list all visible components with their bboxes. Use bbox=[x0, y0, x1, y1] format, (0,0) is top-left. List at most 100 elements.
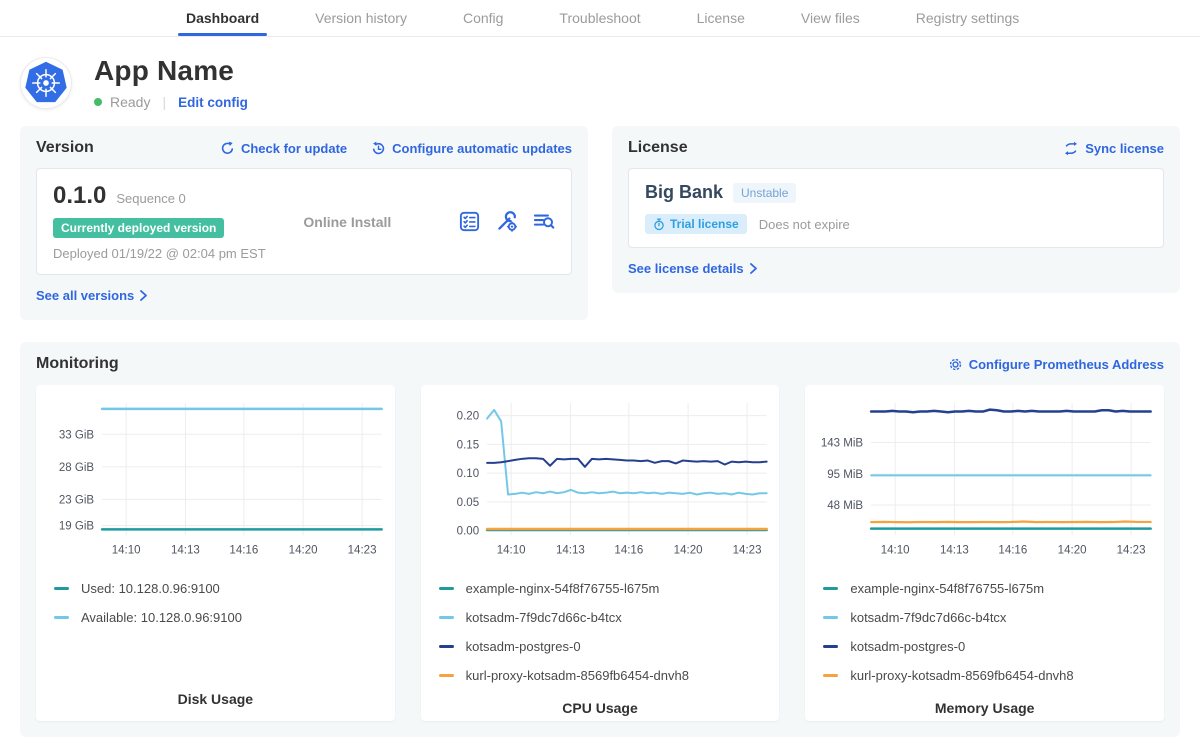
version-sequence: Sequence 0 bbox=[116, 191, 185, 206]
legend-dash bbox=[823, 674, 838, 677]
svg-text:14:13: 14:13 bbox=[171, 544, 200, 556]
clock-arrow-icon bbox=[371, 141, 386, 156]
stopwatch-icon bbox=[653, 218, 665, 231]
legend-dash bbox=[439, 587, 454, 590]
app-header: App Name Ready | Edit config bbox=[0, 37, 1200, 114]
current-version-box: 0.1.0 Sequence 0 Currently deployed vers… bbox=[36, 168, 572, 275]
tab-config[interactable]: Config bbox=[463, 0, 503, 36]
disk-usage-card: 33 GiB 28 GiB 23 GiB 19 GiB 14:10 14:13 14:16 1… bbox=[36, 385, 395, 721]
deployed-badge: Currently deployed version bbox=[53, 218, 224, 238]
legend-label: kotsadm-7f9dc7d66c-b4tcx bbox=[850, 610, 1006, 625]
chart-title: Memory Usage bbox=[805, 690, 1164, 716]
memory-usage-legend: example-nginx-54f8f76755-l675m kotsadm-7f… bbox=[805, 574, 1164, 690]
svg-text:14:16: 14:16 bbox=[614, 544, 643, 556]
chevron-right-icon bbox=[750, 263, 757, 274]
svg-text:0.05: 0.05 bbox=[456, 497, 478, 509]
license-card-title: License bbox=[628, 139, 688, 157]
tab-dashboard[interactable]: Dashboard bbox=[186, 0, 259, 36]
svg-text:14:13: 14:13 bbox=[556, 544, 585, 556]
legend-label: kotsadm-7f9dc7d66c-b4tcx bbox=[466, 610, 622, 625]
chevron-right-icon bbox=[140, 290, 147, 301]
svg-text:14:16: 14:16 bbox=[999, 544, 1028, 556]
tab-troubleshoot[interactable]: Troubleshoot bbox=[559, 0, 640, 36]
preflight-checks-icon[interactable] bbox=[459, 211, 480, 232]
config-wrench-icon[interactable] bbox=[496, 211, 517, 232]
tab-license[interactable]: License bbox=[697, 0, 745, 36]
monitoring-section: Monitoring Configure Prometheus Address … bbox=[20, 342, 1180, 737]
chart-title: Disk Usage bbox=[36, 681, 395, 707]
legend-label: example-nginx-54f8f76755-l675m bbox=[466, 581, 660, 596]
svg-text:14:23: 14:23 bbox=[348, 544, 377, 556]
svg-text:14:16: 14:16 bbox=[229, 544, 258, 556]
svg-text:95 MiB: 95 MiB bbox=[828, 469, 864, 481]
license-expiry: Does not expire bbox=[759, 217, 850, 232]
legend-label: kotsadm-postgres-0 bbox=[850, 639, 965, 654]
legend-label: example-nginx-54f8f76755-l675m bbox=[850, 581, 1044, 596]
svg-text:14:23: 14:23 bbox=[1117, 544, 1146, 556]
legend-dash bbox=[439, 674, 454, 677]
license-details-box: Big Bank Unstable Trial license Does not… bbox=[628, 168, 1164, 248]
trial-license-badge: Trial license bbox=[645, 214, 747, 234]
version-card-title: Version bbox=[36, 139, 94, 157]
legend-dash bbox=[439, 616, 454, 619]
legend-label: Available: 10.128.0.96:9100 bbox=[81, 610, 242, 625]
configure-prometheus-button[interactable]: Configure Prometheus Address bbox=[948, 357, 1164, 372]
version-card: Version Check for update Configure au bbox=[20, 126, 588, 320]
legend-dash bbox=[54, 616, 69, 619]
svg-text:0.00: 0.00 bbox=[456, 526, 478, 538]
svg-text:33 GiB: 33 GiB bbox=[59, 429, 95, 441]
legend-item: Used: 10.128.0.96:9100 bbox=[54, 574, 395, 603]
kubernetes-logo-icon bbox=[20, 57, 72, 109]
svg-text:23 GiB: 23 GiB bbox=[59, 494, 95, 506]
monitoring-title: Monitoring bbox=[36, 355, 119, 373]
license-name: Big Bank bbox=[645, 182, 723, 203]
legend-item: kotsadm-7f9dc7d66c-b4tcx bbox=[439, 603, 780, 632]
status-text: Ready bbox=[110, 94, 150, 110]
status-dot bbox=[94, 98, 102, 106]
disk-usage-legend: Used: 10.128.0.96:9100 Available: 10.128.… bbox=[36, 574, 395, 632]
deploy-logs-icon[interactable] bbox=[533, 211, 555, 232]
memory-usage-chart: 143 MiB95 MiB48 MiB14:1014:1314:1614:201… bbox=[805, 395, 1164, 566]
svg-text:14:10: 14:10 bbox=[112, 544, 141, 556]
tab-version-history[interactable]: Version history bbox=[315, 0, 407, 36]
legend-item: kurl-proxy-kotsadm-8569fb6454-dnvh8 bbox=[439, 661, 780, 690]
svg-text:0.20: 0.20 bbox=[456, 411, 478, 423]
legend-item: kotsadm-postgres-0 bbox=[439, 632, 780, 661]
top-nav: Dashboard Version history Config Trouble… bbox=[0, 0, 1200, 37]
svg-text:48 MiB: 48 MiB bbox=[828, 500, 864, 512]
svg-text:14:23: 14:23 bbox=[732, 544, 761, 556]
chart-title: CPU Usage bbox=[421, 690, 780, 716]
legend-dash bbox=[823, 587, 838, 590]
cpu-usage-card: 0.200.150.100.050.0014:1014:1314:1614:20… bbox=[421, 385, 780, 721]
tab-view-files[interactable]: View files bbox=[801, 0, 860, 36]
svg-text:0.10: 0.10 bbox=[456, 468, 478, 480]
legend-item: kotsadm-postgres-0 bbox=[823, 632, 1164, 661]
svg-text:14:20: 14:20 bbox=[673, 544, 702, 556]
check-for-update-button[interactable]: Check for update bbox=[220, 141, 347, 156]
page-title: App Name bbox=[94, 55, 248, 87]
gear-icon bbox=[948, 357, 963, 372]
memory-usage-card: 143 MiB95 MiB48 MiB14:1014:1314:1614:201… bbox=[805, 385, 1164, 721]
svg-text:19 GiB: 19 GiB bbox=[59, 520, 95, 532]
svg-text:14:20: 14:20 bbox=[1058, 544, 1087, 556]
legend-label: Used: 10.128.0.96:9100 bbox=[81, 581, 220, 596]
configure-automatic-updates-button[interactable]: Configure automatic updates bbox=[371, 141, 572, 156]
see-all-versions-link[interactable]: See all versions bbox=[36, 288, 147, 303]
legend-item: example-nginx-54f8f76755-l675m bbox=[439, 574, 780, 603]
version-number: 0.1.0 bbox=[53, 182, 106, 210]
refresh-icon bbox=[220, 141, 235, 156]
edit-config-link[interactable]: Edit config bbox=[178, 95, 248, 110]
legend-item: kotsadm-7f9dc7d66c-b4tcx bbox=[823, 603, 1164, 632]
svg-text:28 GiB: 28 GiB bbox=[59, 462, 95, 474]
tab-registry-settings[interactable]: Registry settings bbox=[916, 0, 1019, 36]
legend-dash bbox=[54, 587, 69, 590]
sync-license-button[interactable]: Sync license bbox=[1063, 141, 1164, 156]
legend-dash bbox=[823, 645, 838, 648]
legend-item: kurl-proxy-kotsadm-8569fb6454-dnvh8 bbox=[823, 661, 1164, 690]
svg-text:143 MiB: 143 MiB bbox=[821, 437, 864, 449]
legend-label: kurl-proxy-kotsadm-8569fb6454-dnvh8 bbox=[850, 668, 1073, 683]
license-card: License Sync license Big Bank Unstable bbox=[612, 126, 1180, 293]
see-license-details-link[interactable]: See license details bbox=[628, 261, 757, 276]
legend-item: example-nginx-54f8f76755-l675m bbox=[823, 574, 1164, 603]
legend-item: Available: 10.128.0.96:9100 bbox=[54, 603, 395, 632]
